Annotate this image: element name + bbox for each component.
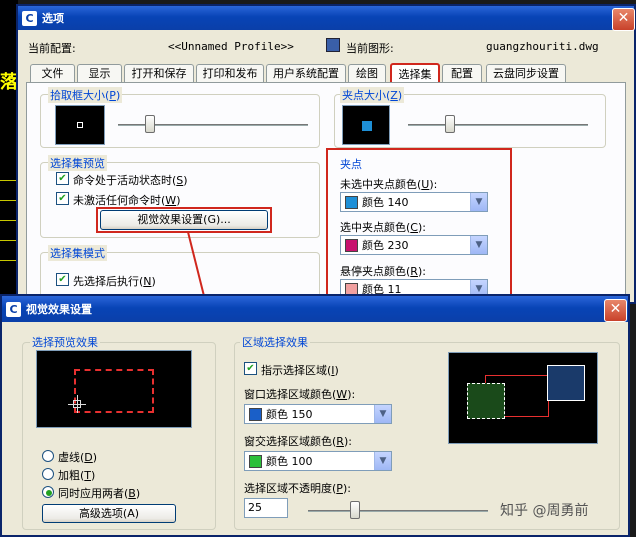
- pickbox-preview: [55, 105, 105, 145]
- radio-thicken[interactable]: [42, 468, 54, 480]
- chk-no-cmd-label: 未激活任何命令时(W): [73, 194, 181, 207]
- color-swatch: [345, 195, 358, 209]
- visual-title: 视觉效果设置: [26, 303, 92, 316]
- app-icon: C: [22, 10, 37, 26]
- chk-indicate-area[interactable]: ✔: [244, 362, 257, 375]
- sel-preview-title: 选择集预览: [48, 155, 107, 171]
- opacity-label: 选择区域不透明度(P):: [244, 482, 351, 495]
- opacity-slider-track: [308, 510, 488, 512]
- window-color-label: 窗口选择区域颜色(W):: [244, 388, 356, 401]
- advanced-options-button[interactable]: 高级选项(A): [42, 504, 176, 523]
- unselected-grip-label: 未选中夹点颜色(U):: [340, 178, 438, 191]
- radio-dashed-label: 虚线(D): [58, 451, 98, 464]
- grip-slider-track: [408, 124, 588, 126]
- pickbox-square: [77, 122, 83, 128]
- area-crossing-fill: [467, 383, 505, 419]
- current-drawing-value: guangzhouriti.dwg: [486, 40, 599, 53]
- chevron-down-icon[interactable]: ▼: [470, 193, 487, 211]
- chevron-down-icon[interactable]: ▼: [374, 452, 391, 470]
- watermark-text: 知乎 @周勇前: [500, 503, 589, 519]
- grip-size-slider[interactable]: [445, 115, 455, 133]
- opacity-input[interactable]: 25: [244, 498, 288, 518]
- window-color-select[interactable]: 颜色 150 ▼: [244, 404, 392, 424]
- pickbox-slider[interactable]: [145, 115, 155, 133]
- color-swatch: [249, 407, 262, 421]
- color-swatch: [249, 454, 262, 468]
- radio-dashed[interactable]: [42, 450, 54, 462]
- chevron-down-icon[interactable]: ▼: [470, 236, 487, 254]
- tab-plot-publish[interactable]: 打印和发布: [196, 64, 264, 82]
- tab-cloud-sync[interactable]: 云盘同步设置: [486, 64, 566, 82]
- area-window-fill: [547, 365, 585, 401]
- tab-open-save[interactable]: 打开和保存: [124, 64, 194, 82]
- options-titlebar: C 选项: [18, 6, 634, 30]
- sel-mode-title: 选择集模式: [48, 245, 107, 261]
- selected-grip-color-select[interactable]: 颜色 230 ▼: [340, 235, 488, 255]
- tab-drafting[interactable]: 绘图: [348, 64, 386, 82]
- chk-active-cmd[interactable]: ✔: [56, 172, 69, 185]
- tab-display[interactable]: 显示: [77, 64, 122, 82]
- options-title: 选项: [42, 12, 64, 25]
- color-swatch: [345, 238, 358, 252]
- grips-title: 夹点: [340, 158, 362, 171]
- current-config-value: <<Unnamed Profile>>: [168, 40, 294, 53]
- radio-thicken-label: 加粗(T): [58, 469, 96, 482]
- radio-both[interactable]: [42, 486, 54, 498]
- current-drawing-label: 当前图形:: [346, 42, 394, 55]
- chk-indicate-area-label: 指示选择区域(I): [261, 364, 339, 377]
- tab-files[interactable]: 文件: [30, 64, 75, 82]
- grip-square: [362, 121, 372, 131]
- crossing-color-select[interactable]: 颜色 100 ▼: [244, 451, 392, 471]
- chk-noun-verb-label: 先选择后执行(N): [73, 275, 156, 288]
- opacity-slider[interactable]: [350, 501, 360, 519]
- chevron-down-icon[interactable]: ▼: [374, 405, 391, 423]
- area-preview-canvas: [448, 352, 598, 444]
- grip-size-title: 夹点大小(Z): [340, 87, 405, 103]
- grip-size-preview: [342, 105, 390, 145]
- unselected-grip-color-select[interactable]: 颜色 140 ▼: [340, 192, 488, 212]
- app-icon: C: [6, 301, 21, 317]
- chk-no-cmd[interactable]: ✔: [56, 192, 69, 205]
- drawing-icon: [326, 38, 340, 52]
- sel-preview-effect-title: 选择预览效果: [30, 334, 100, 350]
- options-dialog: C 选项 ✕ 当前配置: <<Unnamed Profile>> 当前图形: g…: [16, 4, 636, 304]
- pickbox-group-title: 拾取框大小(P): [48, 87, 123, 103]
- close-icon[interactable]: ✕: [604, 299, 627, 322]
- visual-effects-button[interactable]: 视觉效果设置(G)...: [100, 210, 268, 230]
- current-config-label: 当前配置:: [28, 42, 76, 55]
- close-icon[interactable]: ✕: [612, 8, 635, 31]
- area-effect-title: 区域选择效果: [240, 334, 310, 350]
- chk-active-cmd-label: 命令处于活动状态时(S): [73, 174, 188, 187]
- cursor-pickbox: [73, 400, 81, 408]
- visual-titlebar: C 视觉效果设置: [2, 296, 628, 322]
- preview-effect-canvas: [36, 350, 192, 428]
- selected-grip-label: 选中夹点颜色(C):: [340, 221, 426, 234]
- tab-user-prefs[interactable]: 用户系统配置: [266, 64, 346, 82]
- chk-noun-verb[interactable]: ✔: [56, 273, 69, 286]
- crossing-color-label: 窗交选择区域颜色(R):: [244, 435, 352, 448]
- radio-both-label: 同时应用两者(B): [58, 487, 141, 500]
- tab-profiles[interactable]: 配置: [442, 64, 482, 82]
- hover-grip-label: 悬停夹点颜色(R):: [340, 265, 426, 278]
- preview-dashed-rect: [74, 369, 154, 413]
